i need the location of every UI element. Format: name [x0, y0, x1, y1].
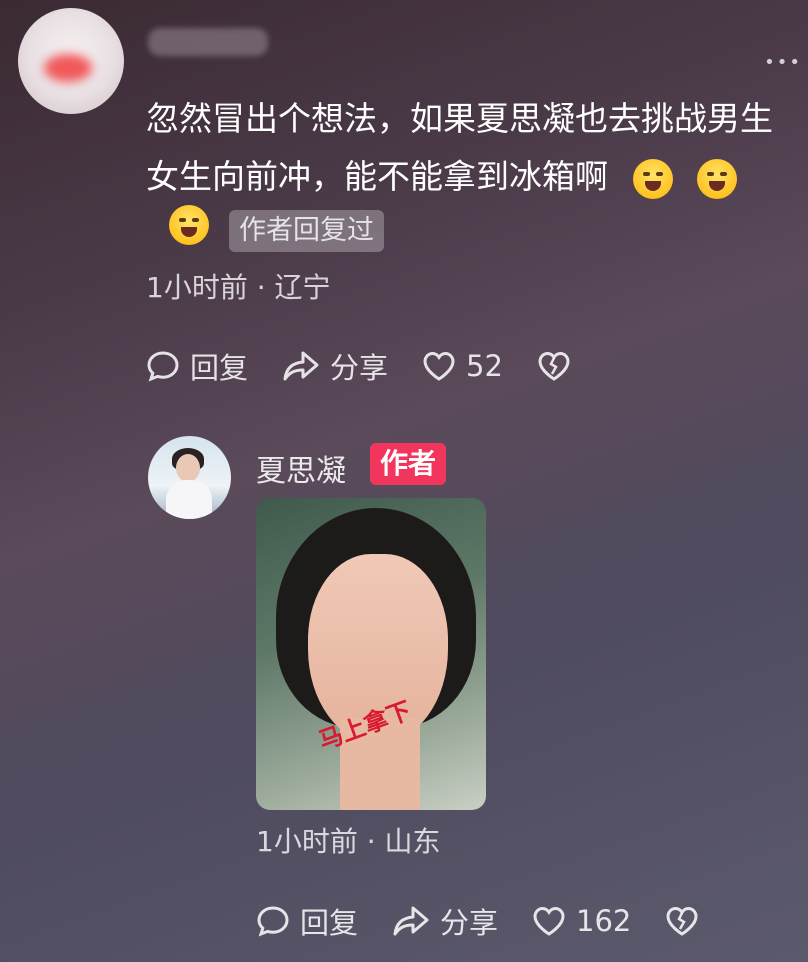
comment-text: 忽然冒出个想法，如果夏思凝也去挑战男生 女生向前冲，能不能拿到冰箱啊 — [146, 90, 796, 206]
like-count: 52 — [466, 349, 503, 383]
share-label: 分享 — [440, 906, 499, 940]
crying-laugh-emoji — [632, 158, 673, 199]
commenter-name-blurred[interactable] — [148, 28, 268, 56]
share-label: 分享 — [330, 351, 389, 385]
reply-image[interactable]: 马上拿下 — [256, 498, 486, 810]
reply-meta: 1小时前 · 山东 — [256, 820, 441, 860]
meta-separator: · — [366, 825, 385, 858]
author-avatar[interactable] — [148, 436, 231, 519]
author-replied-badge: 作者回复过 — [229, 210, 384, 252]
reply-actions: 回复 分享 162 — [256, 900, 743, 942]
share-button[interactable]: 分享 — [392, 900, 498, 942]
reply-label: 回复 — [300, 906, 359, 940]
share-arrow-icon — [393, 906, 429, 936]
comment-bubble-icon — [257, 906, 289, 937]
heart-icon — [533, 906, 565, 936]
broken-heart-icon — [538, 351, 570, 381]
like-count: 162 — [576, 904, 632, 938]
author-name[interactable]: 夏思凝 — [256, 446, 346, 490]
crying-laugh-emoji — [697, 158, 737, 199]
reply-label: 回复 — [190, 351, 249, 385]
comment-time: 1小时前 — [146, 271, 248, 304]
crying-laugh-emoji — [169, 205, 209, 245]
comment-text-line2: 女生向前冲，能不能拿到冰箱啊 — [146, 157, 608, 196]
dislike-button[interactable] — [537, 350, 581, 382]
like-button[interactable]: 162 — [532, 904, 631, 938]
comment-bubble-icon — [147, 351, 179, 382]
comment-text-line1: 忽然冒出个想法，如果夏思凝也去挑战男生 — [146, 99, 773, 138]
commenter-avatar[interactable] — [18, 8, 124, 114]
like-button[interactable]: 52 — [422, 349, 503, 383]
reply-button[interactable]: 回复 — [146, 345, 248, 387]
share-button[interactable]: 分享 — [282, 345, 388, 387]
comment-meta: 1小时前 · 辽宁 — [146, 266, 331, 306]
author-badge: 作者 — [370, 443, 447, 485]
dislike-button[interactable] — [665, 905, 709, 937]
heart-icon — [423, 351, 455, 381]
share-arrow-icon — [283, 351, 319, 381]
comment-actions: 回复 分享 52 — [146, 345, 615, 387]
reply-location: 山东 — [384, 825, 441, 858]
reply-time: 1小时前 — [256, 825, 358, 858]
reply-button[interactable]: 回复 — [256, 900, 358, 942]
meta-separator: · — [256, 271, 275, 304]
broken-heart-icon — [666, 906, 698, 936]
comment-location: 辽宁 — [274, 271, 331, 304]
more-dots-icon[interactable]: ••• — [764, 52, 802, 73]
